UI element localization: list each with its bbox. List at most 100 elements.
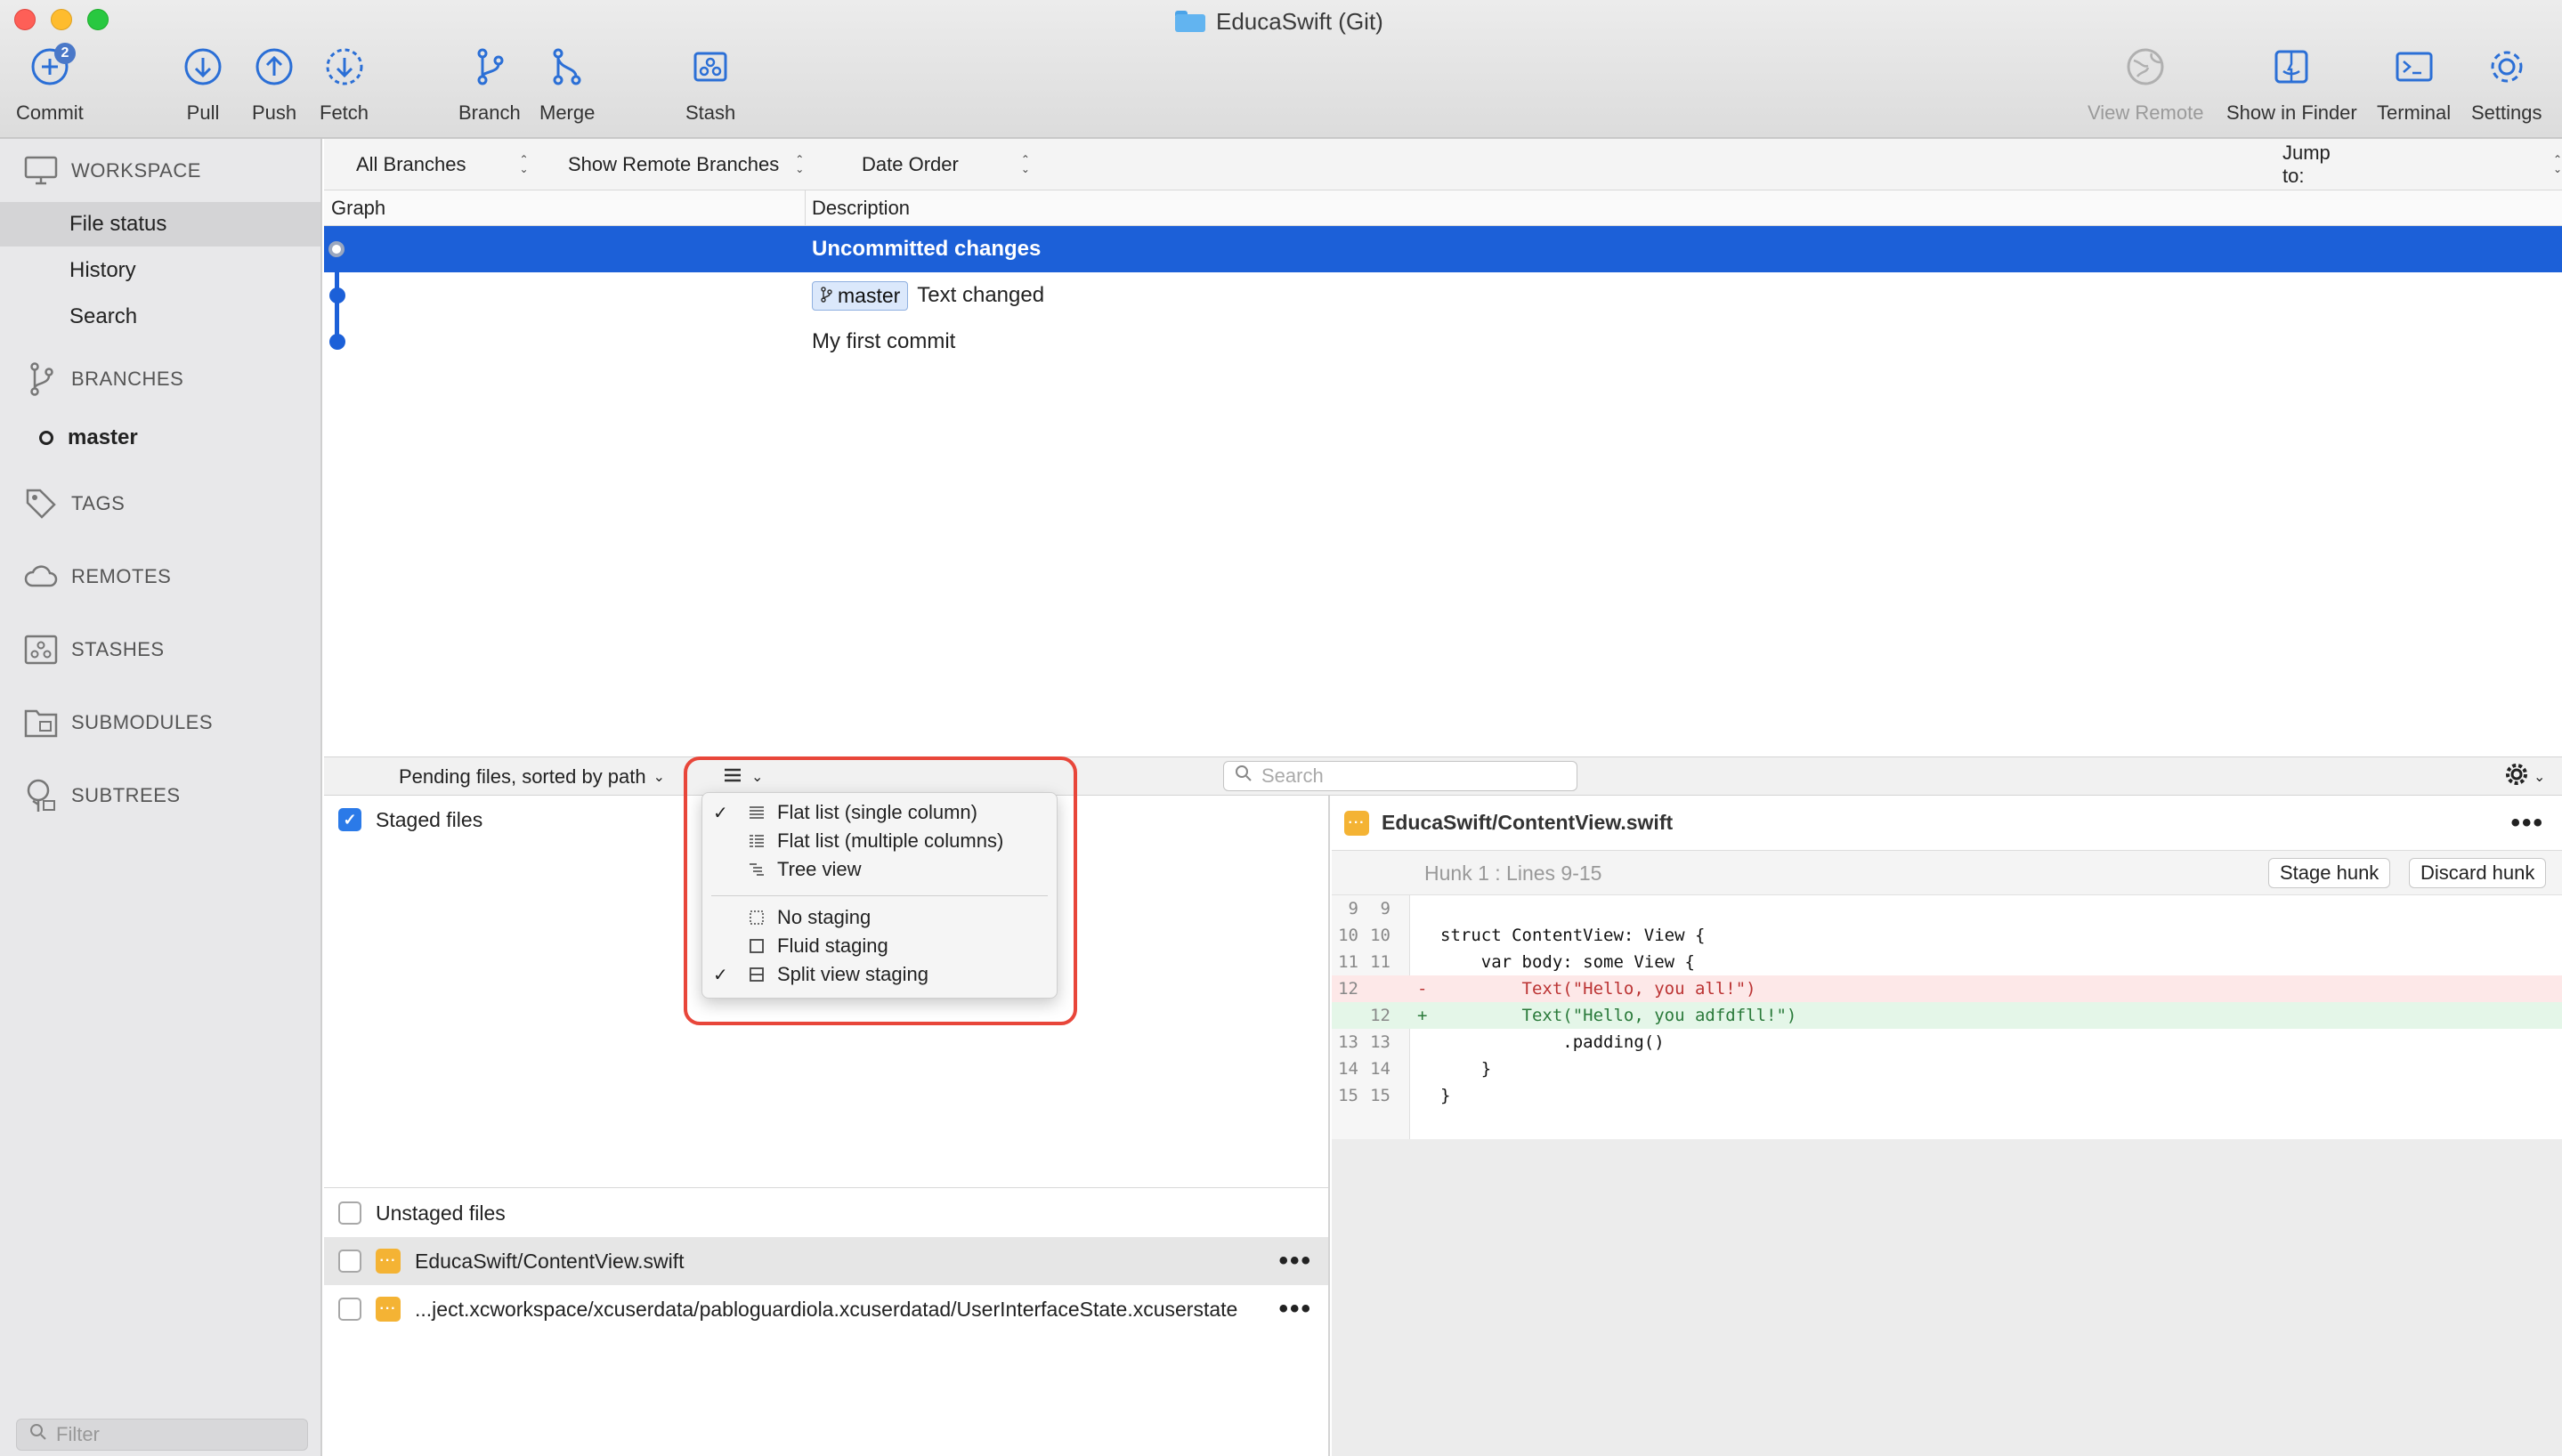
minimize-window-button[interactable] <box>51 9 72 30</box>
unstaged-files-header[interactable]: Unstaged files <box>324 1189 1328 1237</box>
view-mode-menu-button[interactable]: ⌄ <box>723 757 763 797</box>
settings-button[interactable]: Settings <box>2471 44 2542 125</box>
sidebar-item-search[interactable]: Search <box>0 295 320 339</box>
jump-to-select[interactable]: Jump to: ⌃ ⌄ <box>2282 139 2562 190</box>
file-actions-icon[interactable]: ••• <box>1278 1246 1312 1276</box>
pull-icon <box>181 44 225 89</box>
file-actions-icon[interactable]: ••• <box>1278 1294 1312 1324</box>
menu-item-fluid-staging[interactable]: Fluid staging <box>702 932 1057 960</box>
unstaged-checkbox[interactable] <box>338 1201 361 1225</box>
dashed-box-icon <box>747 908 766 927</box>
column-divider[interactable] <box>805 190 806 226</box>
branch-icon <box>467 44 512 89</box>
folder-icon <box>1175 11 1205 32</box>
menu-item-no-staging[interactable]: No staging <box>702 903 1057 932</box>
sidebar-section-branches[interactable]: BRANCHES <box>23 361 183 397</box>
fetch-button[interactable]: Fetch <box>320 44 369 125</box>
close-window-button[interactable] <box>14 9 36 30</box>
menu-item-split-view-staging[interactable]: ✓ Split view staging <box>702 960 1057 989</box>
stash-button[interactable]: Stash <box>685 44 735 125</box>
fetch-icon <box>322 44 367 89</box>
zoom-window-button[interactable] <box>87 9 109 30</box>
section-divider <box>324 1187 1328 1188</box>
sidebar: WORKSPACE File status History Search BRA… <box>0 139 322 1456</box>
graph-node <box>329 287 345 303</box>
branch-button[interactable]: Branch <box>458 44 521 125</box>
sidebar-item-file-status[interactable]: File status <box>0 202 320 247</box>
stage-hunk-button[interactable]: Stage hunk <box>2268 858 2391 888</box>
finder-icon <box>2269 44 2314 89</box>
view-remote-button[interactable]: View Remote <box>2088 44 2203 125</box>
diff-line-removed: 12 - Text("Hello, you all!") <box>1332 975 2562 1002</box>
file-checkbox[interactable] <box>338 1298 361 1321</box>
file-path: ...ject.xcworkspace/xcuserdata/pabloguar… <box>415 1297 1238 1321</box>
current-branch-indicator <box>39 431 53 445</box>
monitor-icon <box>23 153 59 189</box>
pending-files-bar: Pending files, sorted by path ⌄ ⌄ Search… <box>324 756 2562 796</box>
branch-icon <box>23 361 59 397</box>
file-row[interactable]: ··· EducaSwift/ContentView.swift ••• <box>324 1237 1328 1285</box>
file-checkbox[interactable] <box>338 1250 361 1273</box>
sidebar-filter-input[interactable]: Filter <box>16 1419 308 1451</box>
graph-node-uncommitted <box>328 241 345 257</box>
branches-filter-select[interactable]: All Branches ⌃ ⌄ <box>356 139 529 190</box>
sidebar-section-workspace[interactable]: WORKSPACE <box>23 153 201 189</box>
diff-line-added: 12 + Text("Hello, you adfdfll!") <box>1332 1002 2562 1029</box>
description-column-header[interactable]: Description <box>812 190 910 226</box>
remote-branches-filter-select[interactable]: Show Remote Branches ⌃ ⌄ <box>568 139 804 190</box>
sidebar-item-history[interactable]: History <box>0 248 320 293</box>
sidebar-section-tags[interactable]: TAGS <box>23 486 125 522</box>
sidebar-section-stashes[interactable]: STASHES <box>23 632 165 667</box>
pending-sort-select[interactable]: Pending files, sorted by path ⌄ <box>399 757 665 797</box>
order-filter-select[interactable]: Date Order ⌃ ⌄ <box>862 139 1030 190</box>
search-icon <box>1235 764 1253 788</box>
commit-button[interactable]: 2 Commit <box>16 43 84 125</box>
menu-item-flat-list-multiple[interactable]: Flat list (multiple columns) <box>702 827 1057 855</box>
pending-options-button[interactable]: ⌄ <box>2503 757 2545 797</box>
sidebar-section-remotes[interactable]: REMOTES <box>23 559 171 595</box>
show-in-finder-button[interactable]: Show in Finder <box>2226 44 2357 125</box>
hunk-bar: Hunk 1 : Lines 9-15 Stage hunk Discard h… <box>1332 851 2562 895</box>
window-title: EducaSwift (Git) <box>1175 5 1383 37</box>
sidebar-section-submodules[interactable]: SUBMODULES <box>23 705 213 740</box>
menu-item-flat-list-single[interactable]: ✓ Flat list (single column) <box>702 798 1057 827</box>
commit-row-uncommitted[interactable]: Uncommitted changes <box>324 226 2562 272</box>
terminal-button[interactable]: Terminal <box>2377 44 2451 125</box>
commit-description: Text changed <box>917 283 1045 307</box>
merge-button[interactable]: Merge <box>539 44 595 125</box>
sidebar-section-subtrees[interactable]: SUBTREES <box>23 778 181 813</box>
updown-chevron-icon: ⌃ ⌄ <box>795 153 805 175</box>
diff-file-header: ··· EducaSwift/ContentView.swift ••• <box>1332 796 2562 851</box>
chevron-down-icon: ⌄ <box>2534 770 2546 785</box>
list-icon <box>747 803 766 822</box>
menu-item-tree-view[interactable]: Tree view <box>702 855 1057 884</box>
file-row[interactable]: ··· ...ject.xcworkspace/xcuserdata/pablo… <box>324 1285 1328 1333</box>
push-button[interactable]: Push <box>252 44 296 125</box>
checkmark-icon: ✓ <box>713 965 728 985</box>
push-icon <box>252 44 296 89</box>
commit-row[interactable]: master Text changed <box>324 272 2562 319</box>
sidebar-branch-master[interactable]: master <box>39 425 138 450</box>
tree-list-icon <box>747 860 766 879</box>
pending-search-input[interactable]: Search <box>1223 761 1577 791</box>
diff-code: 9 9 10 10 struct ContentView: View { 11 … <box>1332 895 2562 1139</box>
updown-chevron-icon: ⌃ ⌄ <box>519 153 529 175</box>
diff-line: 9 9 <box>1348 899 1390 918</box>
diff-panel: ··· EducaSwift/ContentView.swift ••• Hun… <box>1332 796 2562 1456</box>
updown-chevron-icon: ⌃ ⌄ <box>1020 153 1030 175</box>
commit-row[interactable]: My first commit <box>324 319 2562 365</box>
gear-icon <box>2503 761 2530 793</box>
chevron-down-icon: ⌄ <box>751 770 764 785</box>
toolbar: EducaSwift (Git) 2 Commit Pull Push Fetc… <box>0 0 2562 139</box>
discard-hunk-button[interactable]: Discard hunk <box>2409 858 2547 888</box>
branch-icon <box>820 284 832 308</box>
staged-checkbox[interactable]: ✓ <box>338 808 361 831</box>
modified-icon: ··· <box>376 1249 401 1274</box>
box-icon <box>747 936 766 956</box>
stash-icon <box>688 44 733 89</box>
terminal-icon <box>2392 44 2436 89</box>
tag-icon <box>23 486 59 522</box>
graph-column-header[interactable]: Graph <box>331 190 385 226</box>
pull-button[interactable]: Pull <box>181 44 225 125</box>
diff-actions-icon[interactable]: ••• <box>2510 808 2544 838</box>
